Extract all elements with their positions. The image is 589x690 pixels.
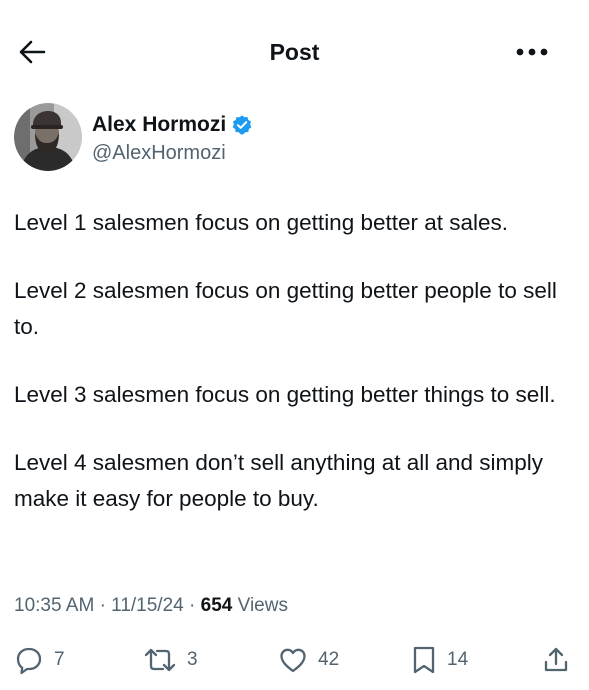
bookmark-button[interactable]: 14: [411, 640, 468, 680]
reply-button[interactable]: 7: [14, 640, 65, 680]
more-options-button[interactable]: [510, 36, 554, 68]
back-button[interactable]: [14, 36, 50, 68]
meta-separator: ·: [189, 595, 196, 616]
like-button[interactable]: 42: [278, 640, 339, 680]
like-count: 42: [318, 649, 340, 670]
author-handle[interactable]: @AlexHormozi: [92, 140, 226, 166]
post-meta: 10:35 AM · 11/15/24 · 654 Views: [14, 591, 288, 621]
avatar[interactable]: [14, 103, 82, 171]
repost-icon: [144, 648, 176, 672]
views-label: Views: [237, 595, 288, 616]
repost-button[interactable]: 3: [143, 640, 198, 680]
bookmark-icon: [413, 646, 435, 674]
heart-icon: [280, 648, 306, 673]
post-date[interactable]: 11/15/24: [111, 595, 184, 616]
avatar-photo: [14, 103, 82, 171]
share-button[interactable]: [541, 640, 571, 680]
reply-icon: [16, 647, 42, 675]
top-bar: Post: [0, 0, 589, 104]
bookmark-count: 14: [447, 649, 469, 670]
post-paragraph: Level 4 salesmen don’t sell anything at …: [14, 450, 544, 511]
post-paragraph: Level 2 salesmen focus on getting better…: [14, 278, 557, 339]
action-bar: 7 3 42 14: [0, 640, 589, 680]
arrow-left-icon: [19, 40, 46, 64]
reply-count: 7: [54, 649, 65, 670]
share-icon: [544, 647, 568, 672]
post-text: Level 1 salesmen focus on getting better…: [14, 205, 579, 549]
author-name-row: Alex Hormozi: [92, 111, 253, 139]
page-title: Post: [269, 39, 320, 65]
repost-count: 3: [187, 649, 198, 670]
post-time[interactable]: 10:35 AM: [14, 595, 94, 616]
post-paragraph: Level 3 salesmen focus on getting better…: [14, 382, 556, 407]
author-block: Alex Hormozi @AlexHormozi: [14, 103, 574, 175]
author-name[interactable]: Alex Hormozi: [92, 111, 226, 139]
verified-badge-icon: [232, 115, 252, 135]
views-count: 654: [200, 595, 233, 616]
post-paragraph: Level 1 salesmen focus on getting better…: [14, 210, 509, 235]
more-dots-icon: [516, 48, 548, 56]
meta-separator: ·: [99, 595, 106, 616]
